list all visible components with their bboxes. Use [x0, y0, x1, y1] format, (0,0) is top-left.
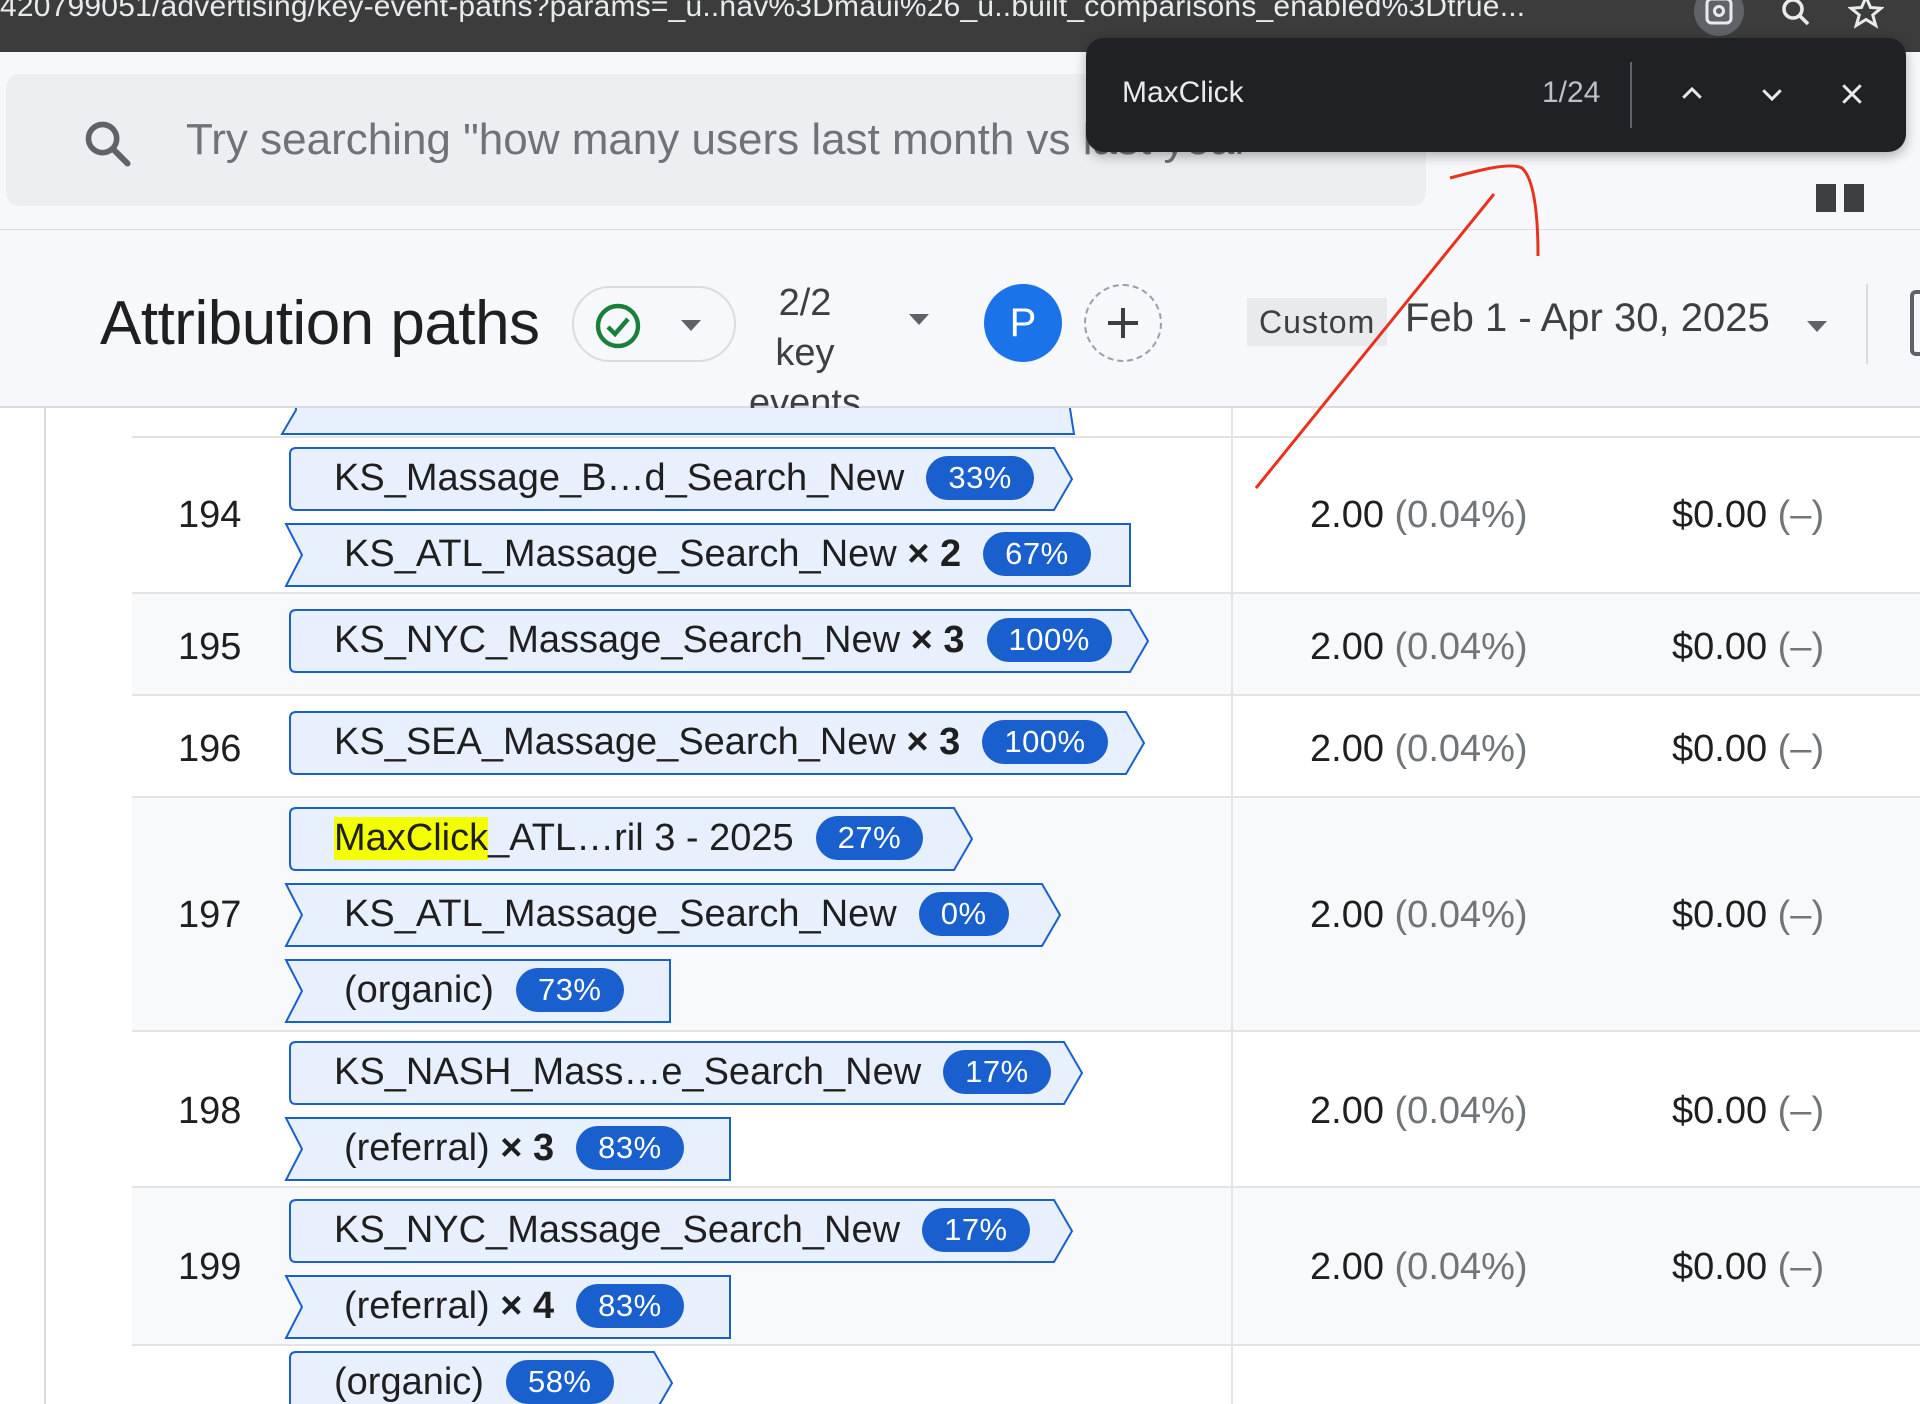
row-number: 194: [178, 494, 242, 536]
find-query[interactable]: MaxClick: [1122, 76, 1244, 110]
table-left-border: [44, 408, 46, 1404]
revenue-value: $0.00 (–): [1672, 728, 1825, 770]
path-chip[interactable]: KS_NYC_Massage_Search_New × 3 100%: [289, 608, 1156, 673]
header-divider: [1866, 284, 1868, 364]
lens-icon[interactable]: [1694, 0, 1744, 36]
path-chip[interactable]: MaxClick _ATL…ril 3 - 2025 27%: [289, 806, 980, 871]
credit-percent-badge: 33%: [926, 456, 1034, 500]
chevron-up-icon: [1682, 86, 1702, 99]
credit-percent-badge: 83%: [576, 1284, 684, 1328]
find-match-count: 1/24: [1542, 76, 1601, 109]
row-number: 199: [178, 1246, 242, 1288]
path-chip-label: (organic) 58%: [334, 1360, 614, 1404]
revenue-value: $0.00 (–): [1672, 626, 1825, 668]
column-divider: [1231, 408, 1233, 1404]
date-range-selector[interactable]: Feb 1 - Apr 30, 2025: [1405, 296, 1770, 341]
close-icon: [1842, 84, 1862, 104]
credit-percent-badge: 0%: [918, 892, 1009, 936]
path-chip-label: KS_ATL_Massage_Search_New × 2 67%: [344, 532, 1091, 576]
zoom-icon[interactable]: [1778, 0, 1814, 30]
path-chip-label: KS_NYC_Massage_Search_New 17%: [334, 1208, 1030, 1252]
key-events-value: 2.00 (0.04%): [1310, 494, 1528, 536]
path-chip[interactable]: KS_NYC_Massage_Search_New 17%: [289, 1198, 1080, 1263]
find-in-page-bar[interactable]: MaxClick 1/24: [1086, 38, 1906, 152]
credit-percent-badge: 58%: [505, 1360, 614, 1404]
path-chip[interactable]: [280, 408, 1076, 436]
path-chip[interactable]: (referral) × 3 83%: [284, 1116, 740, 1181]
path-chip[interactable]: (organic) 58%: [289, 1350, 680, 1404]
credit-percent-badge: 83%: [576, 1126, 684, 1170]
bookmark-star-icon[interactable]: [1848, 0, 1884, 30]
credit-percent-badge: 100%: [986, 618, 1112, 662]
key-events-value: 2.00 (0.04%): [1310, 894, 1528, 936]
key-events-value: 2.00 (0.04%): [1310, 728, 1528, 770]
avatar[interactable]: P: [984, 284, 1062, 362]
key-events-value: 2.00 (0.04%): [1310, 1246, 1528, 1288]
path-chip-label: (organic) 73%: [344, 968, 624, 1012]
share-icon[interactable]: [1910, 290, 1920, 356]
find-next-button[interactable]: [1746, 68, 1798, 120]
chevron-down-icon: [1762, 89, 1782, 102]
path-chip-label: (referral) × 4 83%: [344, 1284, 684, 1328]
key-events-value: 2.00 (0.04%): [1310, 626, 1528, 668]
path-chip[interactable]: KS_SEA_Massage_Search_New × 3 100%: [289, 710, 1152, 775]
credit-percent-badge: 100%: [982, 720, 1108, 764]
key-events-selector[interactable]: 2/2 key events: [745, 278, 865, 428]
path-chip[interactable]: (referral) × 4 83%: [284, 1274, 740, 1339]
find-previous-button[interactable]: [1666, 68, 1718, 120]
attribution-paths-table: 194 2.00 (0.04%) $0.00 (–) KS_Massage_B…d_S…: [0, 408, 1920, 1404]
path-chip[interactable]: KS_Massage_B…d_Search_New 33%: [289, 446, 1080, 511]
path-chip[interactable]: KS_NASH_Mass…e_Search_New 17%: [289, 1040, 1090, 1105]
add-comparison-button[interactable]: [1084, 284, 1162, 362]
browser-toolbar-icons: [1694, 0, 1884, 36]
path-chip-label: KS_NASH_Mass…e_Search_New 17%: [334, 1050, 1051, 1094]
path-chip[interactable]: KS_ATL_Massage_Search_New × 2 67%: [284, 522, 1140, 587]
credit-percent-badge: 73%: [515, 968, 624, 1012]
credit-percent-badge: 27%: [815, 816, 924, 860]
plus-icon: [1108, 308, 1138, 338]
path-chip-label: KS_Massage_B…d_Search_New 33%: [334, 456, 1034, 500]
chevron-down-icon[interactable]: [906, 308, 932, 330]
path-chip[interactable]: (organic) 73%: [284, 958, 680, 1023]
find-separator: [1630, 62, 1632, 128]
page-title: Attribution paths: [100, 289, 540, 358]
url-text[interactable]: 420799051/advertising/key-event-paths?pa…: [0, 0, 1525, 24]
revenue-value: $0.00 (–): [1672, 1090, 1825, 1132]
path-chip-label: KS_NYC_Massage_Search_New × 3 100%: [334, 618, 1112, 662]
search-highlight: MaxClick: [334, 816, 489, 860]
path-chip-label: (referral) × 3 83%: [344, 1126, 684, 1170]
row-number: 197: [178, 894, 242, 936]
credit-percent-badge: 17%: [922, 1208, 1030, 1252]
credit-percent-badge: 67%: [983, 532, 1091, 576]
apps-grid-icon[interactable]: [1814, 144, 1866, 214]
path-chip-label: KS_ATL_Massage_Search_New 0%: [344, 892, 1009, 936]
find-close-button[interactable]: [1826, 68, 1878, 120]
path-chip[interactable]: KS_ATL_Massage_Search_New 0%: [284, 882, 1068, 947]
report-header: Attribution paths 2/2 key events P Custo…: [0, 230, 1920, 424]
credit-percent-badge: 17%: [943, 1050, 1051, 1094]
row-number: 195: [178, 626, 242, 668]
chevron-down-icon[interactable]: [1804, 316, 1830, 336]
chevron-down-icon: [681, 320, 701, 331]
search-icon: [85, 121, 131, 167]
row-number: 196: [178, 728, 242, 770]
revenue-value: $0.00 (–): [1672, 894, 1825, 936]
revenue-value: $0.00 (–): [1672, 1246, 1825, 1288]
row-number: 198: [178, 1090, 242, 1132]
revenue-value: $0.00 (–): [1672, 494, 1825, 536]
date-preset-chip[interactable]: Custom: [1247, 298, 1388, 346]
path-chip-label: MaxClick _ATL…ril 3 - 2025 27%: [334, 816, 924, 860]
check-circle-icon: [595, 303, 641, 349]
path-chip-label: KS_SEA_Massage_Search_New × 3 100%: [334, 720, 1108, 764]
key-events-value: 2.00 (0.04%): [1310, 1090, 1528, 1132]
data-quality-dropdown[interactable]: [572, 286, 736, 362]
